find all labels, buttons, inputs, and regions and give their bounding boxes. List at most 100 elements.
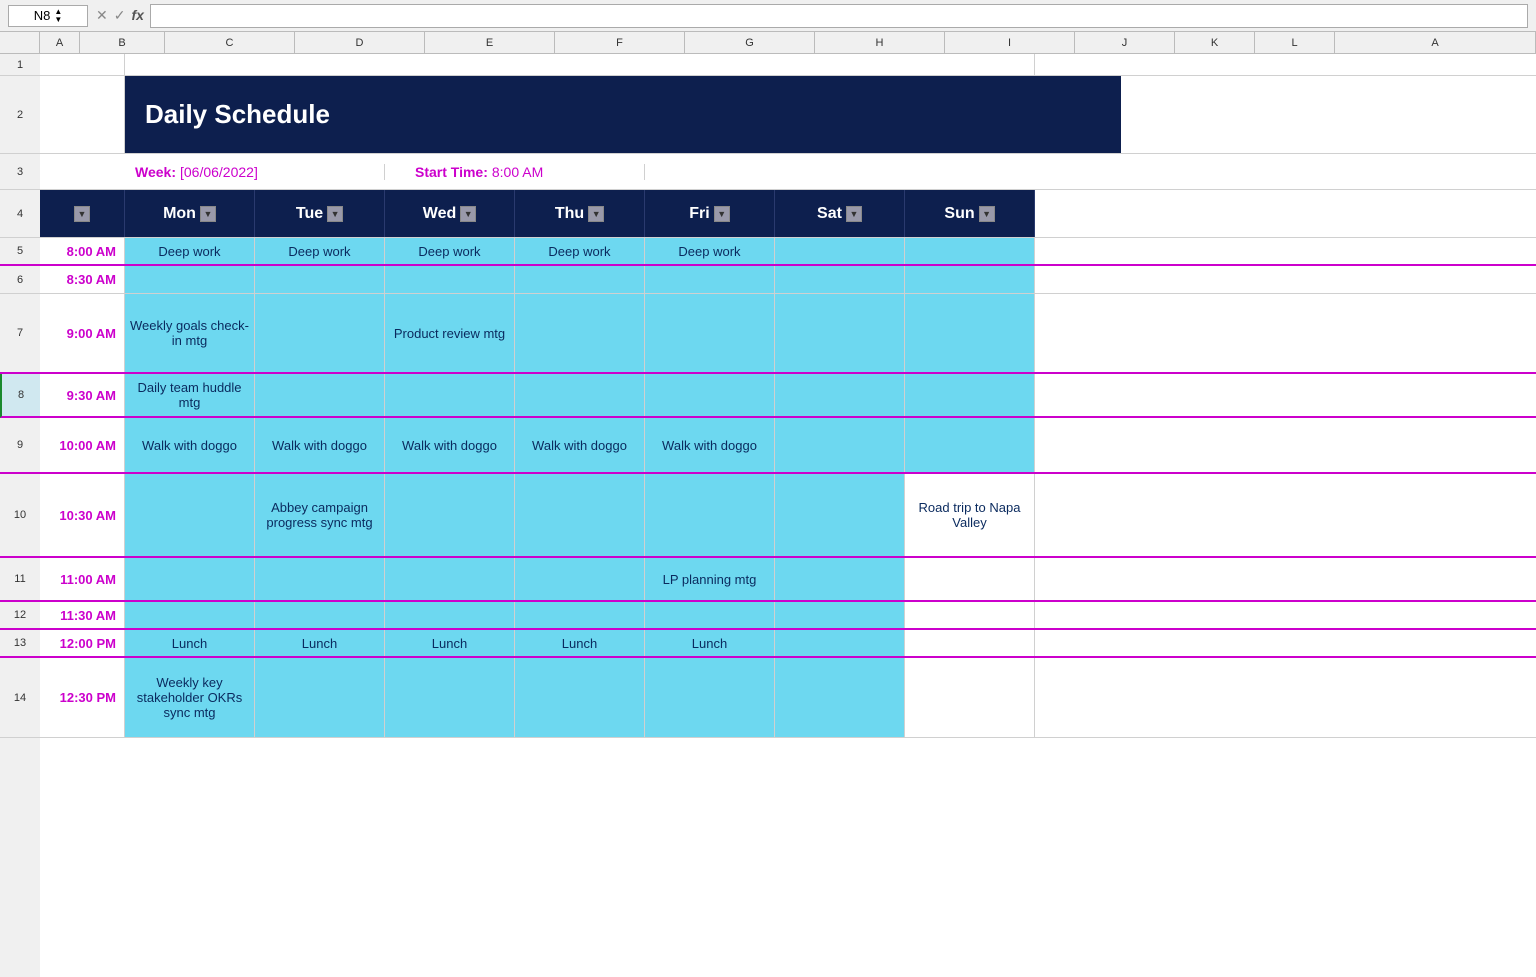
- cell-sat-14[interactable]: [775, 658, 905, 737]
- cell-mon-6[interactable]: [125, 266, 255, 293]
- row-5[interactable]: 5: [0, 238, 40, 266]
- row-4[interactable]: 4: [0, 190, 40, 238]
- cell-sun-7[interactable]: [905, 294, 1035, 372]
- cell-wed-14[interactable]: [385, 658, 515, 737]
- cell-fri-13[interactable]: Lunch: [645, 630, 775, 656]
- cell-thu-13[interactable]: Lunch: [515, 630, 645, 656]
- tue-dropdown[interactable]: ▼: [327, 206, 343, 222]
- thu-header[interactable]: Thu ▼: [515, 190, 645, 237]
- cell-fri-10[interactable]: [645, 474, 775, 556]
- cell-tue-8[interactable]: [255, 374, 385, 416]
- col-header-d[interactable]: D: [295, 32, 425, 53]
- cell-wed-9[interactable]: Walk with doggo: [385, 418, 515, 472]
- cell-thu-6[interactable]: [515, 266, 645, 293]
- cell-mon-11[interactable]: [125, 558, 255, 600]
- col-header-g[interactable]: G: [685, 32, 815, 53]
- cell-mon-8[interactable]: Daily team huddle mtg: [125, 374, 255, 416]
- cell-sat-7[interactable]: [775, 294, 905, 372]
- col-header-b[interactable]: B: [80, 32, 165, 53]
- cell-tue-14[interactable]: [255, 658, 385, 737]
- thu-dropdown[interactable]: ▼: [588, 206, 604, 222]
- cell-b2[interactable]: [40, 76, 125, 153]
- col-header-l[interactable]: L: [1255, 32, 1335, 53]
- cell-fri-5[interactable]: Deep work: [645, 238, 775, 264]
- cell-sun-14[interactable]: [905, 658, 1035, 737]
- col-header-h[interactable]: H: [815, 32, 945, 53]
- cell-b1[interactable]: [40, 54, 125, 75]
- cell-fri-8[interactable]: [645, 374, 775, 416]
- cell-sat-6[interactable]: [775, 266, 905, 293]
- cell-sun-8[interactable]: [905, 374, 1035, 416]
- cell-sat-11[interactable]: [775, 558, 905, 600]
- cell-fri-6[interactable]: [645, 266, 775, 293]
- cell-fri-7[interactable]: [645, 294, 775, 372]
- cancel-icon[interactable]: ✕: [96, 7, 108, 24]
- cell-thu-8[interactable]: [515, 374, 645, 416]
- cell-wed-6[interactable]: [385, 266, 515, 293]
- cell-mon-14[interactable]: Weekly key stakeholder OKRs sync mtg: [125, 658, 255, 737]
- cell-sun-13[interactable]: [905, 630, 1035, 656]
- cell-thu-7[interactable]: [515, 294, 645, 372]
- cell-sun-9[interactable]: [905, 418, 1035, 472]
- cell-sat-10[interactable]: [775, 474, 905, 556]
- cell-mon-10[interactable]: [125, 474, 255, 556]
- cell-sun-10[interactable]: Road trip to Napa Valley: [905, 474, 1035, 556]
- row-6[interactable]: 6: [0, 266, 40, 294]
- mon-dropdown[interactable]: ▼: [200, 206, 216, 222]
- cell-wed-11[interactable]: [385, 558, 515, 600]
- cell-tue-10[interactable]: Abbey campaign progress sync mtg: [255, 474, 385, 556]
- row-9[interactable]: 9: [0, 418, 40, 474]
- cell-mon-9[interactable]: Walk with doggo: [125, 418, 255, 472]
- row-12[interactable]: 12: [0, 602, 40, 630]
- cell-sat-12[interactable]: [775, 602, 905, 628]
- cell-sat-8[interactable]: [775, 374, 905, 416]
- cell-sat-9[interactable]: [775, 418, 905, 472]
- fx-icon[interactable]: fx: [131, 7, 143, 24]
- cell-sun-6[interactable]: [905, 266, 1035, 293]
- cell-wed-10[interactable]: [385, 474, 515, 556]
- cell-tue-12[interactable]: [255, 602, 385, 628]
- cell-sun-11[interactable]: [905, 558, 1035, 600]
- cell-sat-5[interactable]: [775, 238, 905, 264]
- cell-fri-9[interactable]: Walk with doggo: [645, 418, 775, 472]
- cell-sat-13[interactable]: [775, 630, 905, 656]
- formula-input[interactable]: [150, 4, 1528, 28]
- row-7[interactable]: 7: [0, 294, 40, 374]
- row-13[interactable]: 13: [0, 630, 40, 658]
- time-header-cell[interactable]: ▼: [40, 190, 125, 237]
- row-1[interactable]: 1: [0, 54, 40, 76]
- cell-thu-14[interactable]: [515, 658, 645, 737]
- row-11[interactable]: 11: [0, 558, 40, 602]
- row-8[interactable]: 8: [0, 374, 40, 418]
- cell-thu-10[interactable]: [515, 474, 645, 556]
- time-col-dropdown[interactable]: ▼: [74, 206, 90, 222]
- cell-mon-12[interactable]: [125, 602, 255, 628]
- cell-wed-8[interactable]: [385, 374, 515, 416]
- mon-header[interactable]: Mon ▼: [125, 190, 255, 237]
- cell-sun-12[interactable]: [905, 602, 1035, 628]
- row-10[interactable]: 10: [0, 474, 40, 558]
- confirm-icon[interactable]: ✓: [114, 7, 126, 24]
- col-header-f[interactable]: F: [555, 32, 685, 53]
- cell-tue-9[interactable]: Walk with doggo: [255, 418, 385, 472]
- col-header-i[interactable]: I: [945, 32, 1075, 53]
- cell-mon-7[interactable]: Weekly goals check-in mtg: [125, 294, 255, 372]
- cell-tue-11[interactable]: [255, 558, 385, 600]
- cell-fri-12[interactable]: [645, 602, 775, 628]
- fri-header[interactable]: Fri ▼: [645, 190, 775, 237]
- sun-dropdown[interactable]: ▼: [979, 206, 995, 222]
- cell-sun-5[interactable]: [905, 238, 1035, 264]
- cell-thu-9[interactable]: Walk with doggo: [515, 418, 645, 472]
- cell-thu-5[interactable]: Deep work: [515, 238, 645, 264]
- col-header-k[interactable]: K: [1175, 32, 1255, 53]
- col-header-a[interactable]: A: [40, 32, 80, 53]
- row-3[interactable]: 3: [0, 154, 40, 190]
- fri-dropdown[interactable]: ▼: [714, 206, 730, 222]
- col-header-e[interactable]: E: [425, 32, 555, 53]
- cell-thu-11[interactable]: [515, 558, 645, 600]
- cell-wed-5[interactable]: Deep work: [385, 238, 515, 264]
- cell-fri-14[interactable]: [645, 658, 775, 737]
- wed-header[interactable]: Wed ▼: [385, 190, 515, 237]
- tue-header[interactable]: Tue ▼: [255, 190, 385, 237]
- cell-tue-5[interactable]: Deep work: [255, 238, 385, 264]
